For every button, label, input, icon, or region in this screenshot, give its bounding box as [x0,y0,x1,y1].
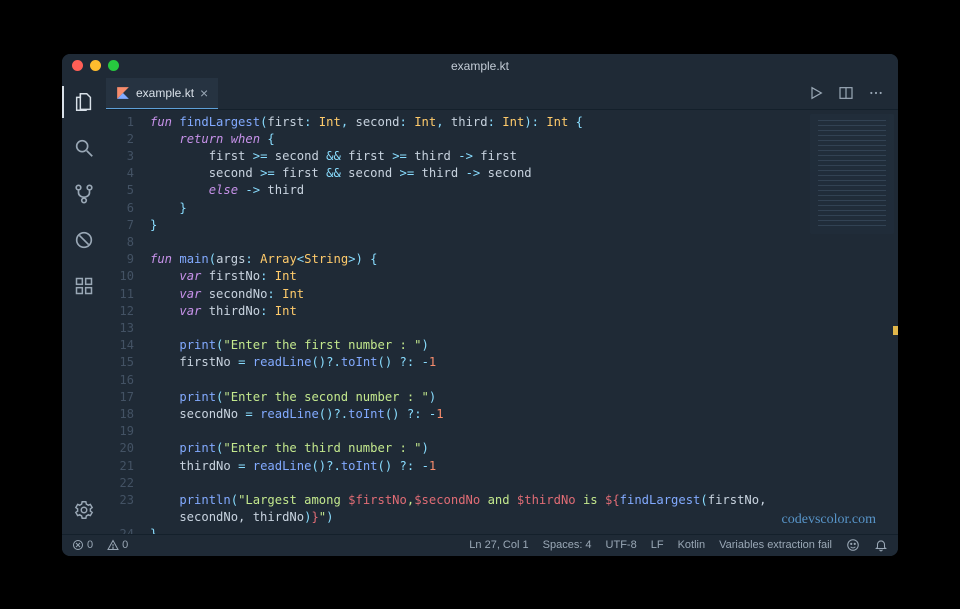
search-icon[interactable] [72,136,96,160]
scrollbar-marker [893,326,898,335]
explorer-icon[interactable] [72,90,96,114]
settings-icon[interactable] [72,498,96,522]
split-editor-icon[interactable] [838,85,854,101]
status-encoding[interactable]: UTF-8 [606,539,637,551]
status-warnings[interactable]: 0 [107,539,128,551]
window-title: example.kt [451,59,509,73]
editor-window: example.kt [62,54,898,556]
more-icon[interactable] [868,85,884,101]
extensions-icon[interactable] [72,274,96,298]
tab-example-kt[interactable]: example.kt × [106,78,218,109]
close-window-button[interactable] [72,60,83,71]
tab-label: example.kt [136,86,194,100]
tab-bar: example.kt × [106,78,898,110]
tab-close-icon[interactable]: × [200,85,208,101]
run-icon[interactable] [808,85,824,101]
minimize-window-button[interactable] [90,60,101,71]
maximize-window-button[interactable] [108,60,119,71]
line-gutter: 1234567891011121314151617181920212223 24 [106,110,142,534]
status-eol[interactable]: LF [651,539,664,551]
status-errors[interactable]: 0 [72,539,93,551]
source-control-icon[interactable] [72,182,96,206]
status-bell-icon[interactable] [874,538,888,552]
status-lang[interactable]: Kotlin [678,539,706,551]
code-editor[interactable]: 1234567891011121314151617181920212223 24… [106,110,898,534]
activity-bar [62,78,106,534]
code-area[interactable]: fun findLargest(first: Int, second: Int,… [142,110,898,534]
kotlin-file-icon [116,86,130,100]
status-bar: 0 0 Ln 27, Col 1 Spaces: 4 UTF-8 LF Kotl… [62,534,898,556]
window-controls [72,60,119,71]
debug-icon[interactable] [72,228,96,252]
status-cursor[interactable]: Ln 27, Col 1 [469,539,528,551]
status-spaces[interactable]: Spaces: 4 [543,539,592,551]
editor-actions [808,78,898,109]
status-message[interactable]: Variables extraction fail [719,539,832,551]
titlebar[interactable]: example.kt [62,54,898,78]
status-feedback-icon[interactable] [846,538,860,552]
